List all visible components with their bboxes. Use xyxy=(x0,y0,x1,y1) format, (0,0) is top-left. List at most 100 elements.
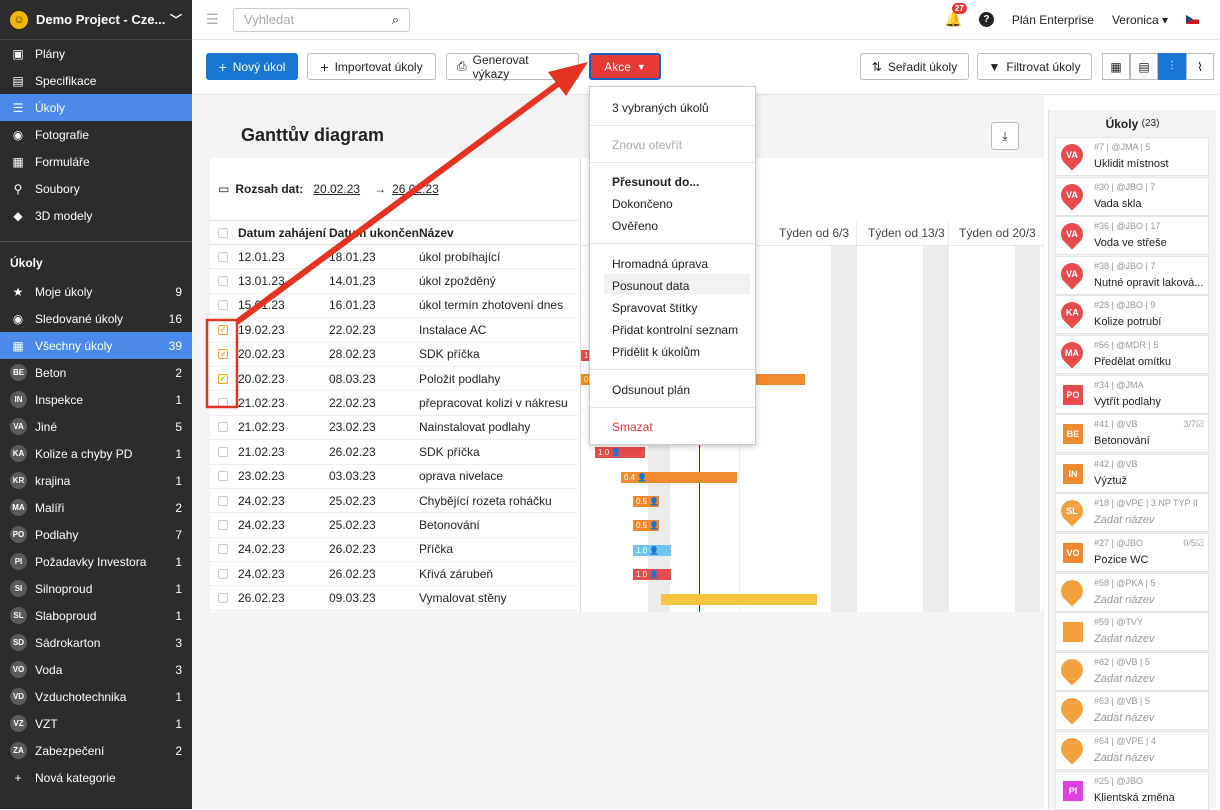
task-card[interactable]: VO #27 | @JBO Pozice WC 0/5☑ xyxy=(1055,533,1209,572)
row-name[interactable]: Položit podlahy xyxy=(419,372,578,386)
table-row[interactable]: ✓ 19.02.23 22.02.23 Instalace AC xyxy=(210,318,578,343)
select-all-checkbox[interactable] xyxy=(218,227,228,238)
menu-item-add-checklist[interactable]: Přidat kontrolní seznam xyxy=(612,323,738,337)
sidebar-item-0[interactable]: ▣ Plány xyxy=(0,40,192,67)
sidebar-item-4[interactable]: ▦ Formuláře xyxy=(0,148,192,175)
task-card[interactable]: PO #34 | @JMA Vytřít podlahy xyxy=(1055,374,1209,414)
task-card[interactable]: #63 | @VB | 5 Zadat název xyxy=(1055,691,1209,731)
category-item[interactable]: KR krajina 1 xyxy=(0,467,192,494)
sidebar-item-5[interactable]: ⚲ Soubory xyxy=(0,175,192,202)
task-card[interactable]: #59 | @TVY Zadat název xyxy=(1055,612,1209,652)
col-end-date[interactable]: Datum ukončení xyxy=(329,226,419,240)
table-row[interactable]: 24.02.23 26.02.23 Příčka xyxy=(210,538,578,563)
menu-icon[interactable]: ☰ xyxy=(206,11,220,28)
task-card[interactable]: VA #36 | @JBO | 17 Voda ve střeše xyxy=(1055,216,1209,256)
row-name[interactable]: oprava nivelace xyxy=(419,469,578,483)
row-name[interactable]: Křivá zárubeň xyxy=(419,567,578,581)
task-card[interactable]: #58 | @PKA | 5 Zadat název xyxy=(1055,572,1209,612)
gantt-bar[interactable]: 0.5 👤 xyxy=(633,496,659,507)
gantt-bar[interactable] xyxy=(661,593,817,605)
task-card[interactable]: BE #41 | @VB Betonování 3/7☑ xyxy=(1055,414,1209,454)
sidebar-item-6[interactable]: ◆ 3D modely xyxy=(0,202,192,229)
row-name[interactable]: SDK příčka xyxy=(419,445,578,459)
sort-tasks-button[interactable]: ⇅ Seřadit úkoly xyxy=(860,53,969,80)
range-to[interactable]: 26.02.23 xyxy=(392,182,439,196)
row-checkbox[interactable] xyxy=(218,495,228,506)
gantt-view-icon[interactable]: ⫶ xyxy=(1158,53,1186,80)
user-menu[interactable]: Veronica ▾ xyxy=(1112,13,1168,27)
grid-view-icon[interactable]: ▦ xyxy=(1102,53,1130,80)
notification-bell-icon[interactable]: 🔔 27 xyxy=(945,3,967,28)
sidebar-item-1[interactable]: ▤ Specifikace xyxy=(0,67,192,94)
row-checkbox[interactable] xyxy=(218,519,228,530)
row-name[interactable]: přepracovat kolizi v nákresu xyxy=(419,396,578,410)
row-checkbox[interactable] xyxy=(218,568,228,579)
table-row[interactable]: 13.01.23 14.01.23 úkol zpožděný xyxy=(210,269,578,294)
category-item[interactable]: MA Malíři 2 xyxy=(0,494,192,521)
row-name[interactable]: úkol termín zhotovení dnes xyxy=(419,298,578,312)
category-item[interactable]: BE Beton 2 xyxy=(0,359,192,386)
menu-item-shift-dates[interactable]: Posunout data xyxy=(612,279,689,293)
row-checkbox[interactable]: ✓ xyxy=(218,373,228,384)
category-item[interactable]: PO Podlahy 7 xyxy=(0,521,192,548)
task-card[interactable]: VA #7 | @JMA | 5 Uklidit místnost xyxy=(1055,137,1209,176)
project-switcher[interactable]: ☺ Demo Project - Cze... ﹀ xyxy=(0,0,192,40)
gantt-bar[interactable]: 1.0 👤 xyxy=(595,447,645,459)
generate-reports-button[interactable]: ⎙ Generovat výkazy xyxy=(446,53,579,81)
task-card[interactable]: IN #42 | @VB Výztuž xyxy=(1055,453,1209,493)
category-item[interactable]: SD Sádrokarton 3 xyxy=(0,629,192,656)
row-name[interactable]: Nainstalovat podlahy xyxy=(419,420,578,434)
task-card[interactable]: #62 | @VB | 5 Zadat název xyxy=(1055,651,1209,691)
task-card[interactable]: PI #25 | @JBO Klientská změna xyxy=(1055,770,1209,810)
category-item[interactable]: VD Vzduchotechnika 1 xyxy=(0,683,192,710)
search-input[interactable]: Vyhledat ⌕ xyxy=(233,7,410,32)
category-item[interactable]: SI Silnoproud 1 xyxy=(0,575,192,602)
row-checkbox[interactable] xyxy=(218,300,228,311)
chevron-down-icon[interactable]: ﹀ xyxy=(170,11,182,28)
row-checkbox[interactable] xyxy=(218,544,228,555)
task-card[interactable]: SL #18 | @VPE | 3.NP TYP II Zadat název xyxy=(1055,493,1209,533)
menu-item-delete[interactable]: Smazat xyxy=(612,420,653,434)
calendar-view-icon[interactable]: ▤ xyxy=(1130,53,1158,80)
help-icon[interactable]: ? xyxy=(978,12,994,27)
col-start-date[interactable]: Datum zahájení xyxy=(238,226,329,240)
filter-tasks-button[interactable]: ▼ Filtrovat úkoly xyxy=(977,53,1092,80)
category-item[interactable]: PI Požadavky Investora 1 xyxy=(0,548,192,575)
menu-item-bulk-edit[interactable]: Hromadná úprava xyxy=(612,257,708,271)
menu-item-move-to[interactable]: Přesunout do... xyxy=(612,175,699,189)
row-name[interactable]: úkol probíhající xyxy=(419,250,578,264)
table-row[interactable]: 23.02.23 03.03.23 oprava nivelace xyxy=(210,465,578,489)
row-checkbox[interactable]: ✓ xyxy=(218,324,228,335)
menu-item-reopen[interactable]: Znovu otevřít xyxy=(612,138,682,152)
row-checkbox[interactable] xyxy=(218,471,228,482)
row-checkbox[interactable] xyxy=(218,593,228,604)
table-row[interactable]: 12.01.23 18.01.23 úkol probíhající xyxy=(210,245,578,270)
row-name[interactable]: Vymalovat stěny xyxy=(419,591,578,605)
category-item[interactable]: VZ VZT 1 xyxy=(0,710,192,737)
chart-view-icon[interactable]: ⌇ xyxy=(1186,53,1214,80)
gantt-bar[interactable]: 0.4 👤 xyxy=(621,471,737,483)
sidebar-item-3[interactable]: ◉ Fotografie xyxy=(0,121,192,148)
category-item[interactable]: IN Inspekce 1 xyxy=(0,386,192,413)
table-row[interactable]: 24.02.23 25.02.23 Betonování xyxy=(210,513,578,538)
category-item[interactable]: VO Voda 3 xyxy=(0,656,192,683)
row-name[interactable]: Betonování xyxy=(419,518,578,532)
menu-item-postpone[interactable]: Odsunout plán xyxy=(612,383,690,397)
category-item[interactable]: SL Slaboproud 1 xyxy=(0,602,192,629)
category-item[interactable]: ZA Zabezpečení 2 xyxy=(0,737,192,764)
gantt-bar[interactable]: 1.0 👤 xyxy=(633,544,671,556)
task-filter-item[interactable]: ▦ Všechny úkoly 39 xyxy=(0,332,192,359)
menu-item-done[interactable]: Dokončeno xyxy=(612,197,673,211)
task-filter-item[interactable]: ★ Moje úkoly 9 xyxy=(0,278,192,305)
category-item[interactable]: KA Kolize a chyby PD 1 xyxy=(0,440,192,467)
table-row[interactable]: 15.01.23 16.01.23 úkol termín zhotovení dn… xyxy=(210,294,578,319)
gantt-bar[interactable]: 0.5 👤 xyxy=(633,520,659,532)
range-from[interactable]: 20.02.23 xyxy=(313,182,360,196)
menu-item-manage-labels[interactable]: Spravovat štítky xyxy=(612,301,697,315)
category-item[interactable]: VA Jiné 5 xyxy=(0,413,192,440)
task-card[interactable]: MA #56 | @MDR | 5 Předělat omítku xyxy=(1055,335,1209,374)
menu-item-verified[interactable]: Ověřeno xyxy=(612,219,658,233)
plan-link[interactable]: Plán Enterprise xyxy=(1012,13,1094,27)
import-tasks-button[interactable]: + Importovat úkoly xyxy=(307,53,436,80)
task-card[interactable]: #64 | @VPE | 4 Zadat název xyxy=(1055,731,1209,770)
